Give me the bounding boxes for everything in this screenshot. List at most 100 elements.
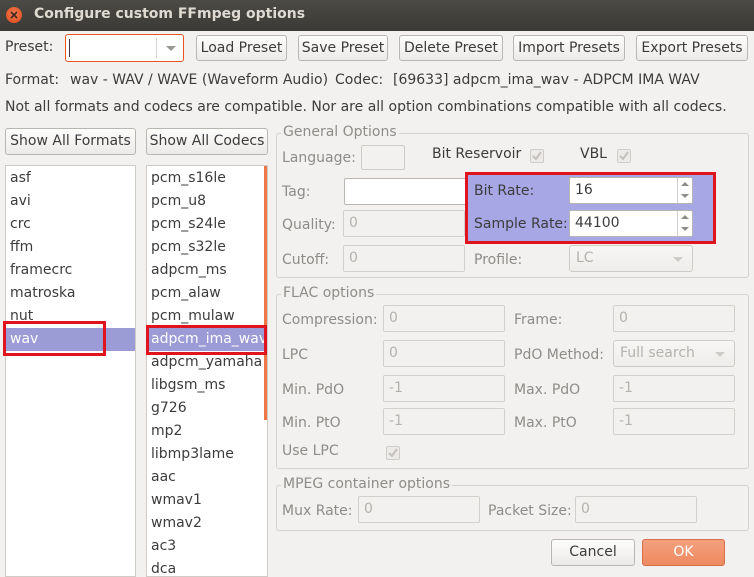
- annotation-box: [146, 325, 267, 355]
- language-input[interactable]: [361, 145, 405, 170]
- mpeg-options-title: MPEG container options: [281, 476, 453, 492]
- tag-label: Tag:: [282, 184, 311, 200]
- min-pdo-label: Min. PdO: [282, 382, 345, 398]
- pdo-method-combo[interactable]: Full search: [613, 340, 735, 367]
- text-cursor: [69, 39, 70, 57]
- compression-value: 0: [389, 310, 398, 326]
- chevron-down-icon[interactable]: [673, 257, 683, 262]
- chevron-down-icon[interactable]: [715, 352, 725, 357]
- quality-label: Quality:: [282, 217, 336, 233]
- spinner-buttons[interactable]: [677, 178, 692, 203]
- lpc-label: LPC: [282, 347, 309, 363]
- show-all-formats-button[interactable]: Show All Formats: [5, 128, 136, 155]
- bit-rate-label: Bit Rate:: [474, 183, 535, 199]
- vbl-checkbox[interactable]: [617, 149, 631, 163]
- vbl-label: VBL: [580, 146, 607, 162]
- cutoff-value: 0: [349, 250, 358, 266]
- chevron-up-icon[interactable]: [681, 215, 689, 219]
- pdo-method-value: Full search: [620, 345, 695, 361]
- spinner-buttons[interactable]: [677, 211, 692, 236]
- annotation-box: [3, 321, 106, 356]
- list-item[interactable]: g726: [147, 397, 267, 420]
- use-lpc-label: Use LPC: [282, 443, 339, 459]
- lpc-spinner[interactable]: 0: [383, 340, 505, 367]
- frame-spinner[interactable]: 0: [613, 305, 735, 332]
- show-all-codecs-button[interactable]: Show All Codecs: [146, 128, 268, 155]
- max-pto-label: Max. PtO: [514, 415, 577, 431]
- frame-label: Frame:: [514, 312, 563, 328]
- quality-value: 0: [349, 215, 358, 231]
- min-pto-spinner[interactable]: -1: [383, 408, 505, 435]
- format-value: wav - WAV / WAVE (Waveform Audio): [70, 72, 329, 88]
- packet-size-spinner[interactable]: 0: [575, 496, 697, 523]
- title-bar: Configure custom FFmpeg options: [0, 0, 754, 31]
- list-item[interactable]: matroska: [6, 282, 135, 305]
- chevron-down-icon[interactable]: [166, 46, 176, 51]
- list-item[interactable]: wmav2: [147, 512, 267, 535]
- list-item[interactable]: wmav1: [147, 489, 267, 512]
- compression-label: Compression:: [282, 312, 378, 328]
- list-item[interactable]: pcm_s16le: [147, 167, 267, 190]
- list-item[interactable]: avi: [6, 190, 135, 213]
- flac-options-title: FLAC options: [281, 285, 377, 301]
- use-lpc-checkbox[interactable]: [386, 446, 400, 460]
- ok-button[interactable]: OK: [642, 539, 725, 566]
- max-pto-spinner[interactable]: -1: [613, 408, 735, 435]
- profile-combo[interactable]: LC: [569, 245, 693, 272]
- load-preset-button[interactable]: Load Preset: [196, 35, 287, 61]
- list-item[interactable]: pcm_u8: [147, 190, 267, 213]
- codecs-list[interactable]: pcm_s16le pcm_u8 pcm_s24le pcm_s32le adp…: [146, 165, 268, 577]
- delete-preset-button[interactable]: Delete Preset: [399, 35, 503, 61]
- language-label: Language:: [282, 150, 356, 166]
- bit-rate-spinner[interactable]: 16: [569, 177, 693, 204]
- sample-rate-value[interactable]: 44100: [575, 215, 620, 231]
- codec-label: Codec:: [335, 72, 384, 88]
- frame-value: 0: [619, 310, 628, 326]
- pdo-method-label: PdO Method:: [514, 347, 605, 363]
- list-item[interactable]: libmp3lame: [147, 443, 267, 466]
- save-preset-button[interactable]: Save Preset: [298, 35, 388, 61]
- lpc-value: 0: [389, 345, 398, 361]
- list-item[interactable]: aac: [147, 466, 267, 489]
- max-pdo-label: Max. PdO: [514, 382, 581, 398]
- bit-rate-value[interactable]: 16: [575, 182, 593, 198]
- chevron-down-icon[interactable]: [681, 194, 689, 198]
- format-label: Format:: [5, 72, 60, 88]
- list-item[interactable]: framecrc: [6, 259, 135, 282]
- max-pdo-spinner[interactable]: -1: [613, 375, 735, 402]
- quality-spinner[interactable]: 0: [343, 210, 465, 237]
- preset-combo[interactable]: [65, 34, 184, 62]
- sample-rate-spinner[interactable]: 44100: [569, 210, 693, 237]
- mux-rate-label: Mux Rate:: [282, 503, 353, 519]
- list-item[interactable]: mp2: [147, 420, 267, 443]
- compat-note: Not all formats and codecs are compatibl…: [5, 99, 727, 115]
- list-item[interactable]: pcm_s24le: [147, 213, 267, 236]
- tag-input[interactable]: [344, 178, 468, 205]
- bit-reservoir-label: Bit Reservoir: [432, 146, 522, 162]
- list-item[interactable]: dca: [147, 558, 267, 576]
- scrollbar-indicator[interactable]: [264, 166, 267, 420]
- mux-rate-spinner[interactable]: 0: [358, 496, 480, 523]
- packet-size-label: Packet Size:: [488, 503, 572, 519]
- min-pdo-spinner[interactable]: -1: [383, 375, 505, 402]
- list-item[interactable]: ac3: [147, 535, 267, 558]
- list-item[interactable]: ffm: [6, 236, 135, 259]
- list-item[interactable]: pcm_s32le: [147, 236, 267, 259]
- compression-spinner[interactable]: 0: [383, 305, 505, 332]
- cancel-button[interactable]: Cancel: [551, 539, 635, 566]
- formats-list[interactable]: asf avi crc ffm framecrc matroska nut wa…: [5, 165, 136, 577]
- cutoff-label: Cutoff:: [282, 252, 330, 268]
- export-presets-button[interactable]: Export Presets: [636, 35, 748, 61]
- list-item[interactable]: asf: [6, 167, 135, 190]
- chevron-up-icon[interactable]: [681, 182, 689, 186]
- list-item[interactable]: libgsm_ms: [147, 374, 267, 397]
- bit-reservoir-checkbox[interactable]: [530, 149, 544, 163]
- close-icon[interactable]: [6, 7, 22, 23]
- import-presets-button[interactable]: Import Presets: [513, 35, 625, 61]
- cutoff-spinner[interactable]: 0: [343, 245, 465, 272]
- chevron-down-icon[interactable]: [681, 227, 689, 231]
- list-item[interactable]: crc: [6, 213, 135, 236]
- min-pdo-value: -1: [389, 380, 403, 396]
- list-item[interactable]: pcm_alaw: [147, 282, 267, 305]
- list-item[interactable]: adpcm_ms: [147, 259, 267, 282]
